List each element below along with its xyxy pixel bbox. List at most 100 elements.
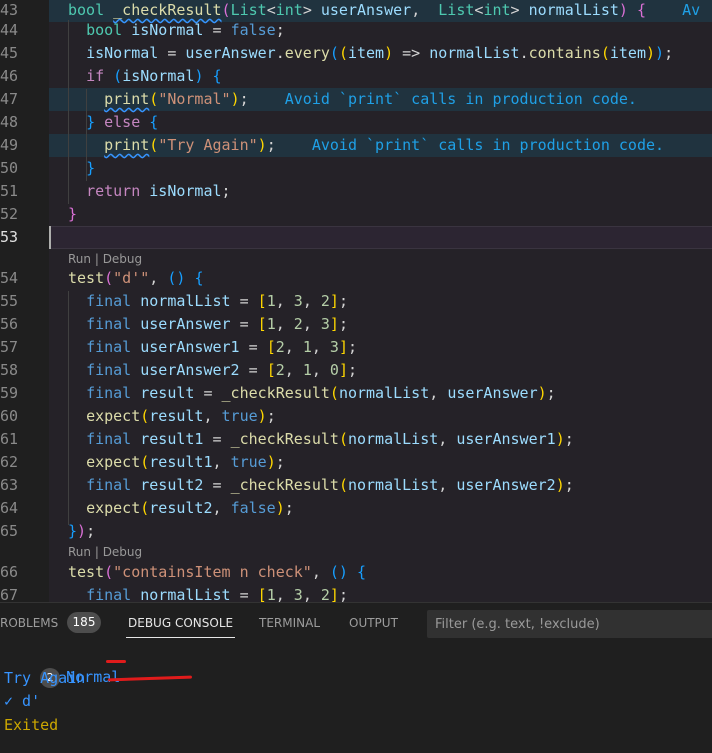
code-token: = bbox=[239, 338, 267, 356]
code-line[interactable]: 60 expect(result, true); bbox=[0, 405, 712, 428]
code-token: { bbox=[636, 1, 646, 19]
code-line[interactable]: 59 final result = _checkResult(normalLis… bbox=[0, 382, 712, 405]
code-token: , bbox=[284, 338, 303, 356]
code-token: () bbox=[329, 563, 348, 581]
code-token: ) bbox=[275, 499, 285, 517]
code-token: ) bbox=[266, 453, 276, 471]
code-line[interactable]: 55 final normalList = [1, 3, 2]; bbox=[0, 290, 712, 313]
code-line[interactable]: 47 print("Normal"); Avoid `print` calls … bbox=[0, 88, 712, 111]
tab-debug-console[interactable]: DEBUG CONSOLE bbox=[125, 616, 236, 638]
code-token: 2 bbox=[275, 338, 285, 356]
code-token: ; bbox=[338, 586, 348, 602]
code-token: return bbox=[86, 182, 141, 200]
code-line[interactable]: 49 print("Try Again"); Avoid `print` cal… bbox=[0, 134, 712, 157]
code-line[interactable]: 48 } else { bbox=[0, 111, 712, 134]
code-line[interactable]: 44 bool isNormal = false; bbox=[0, 19, 712, 42]
line-number: 48 bbox=[0, 113, 19, 131]
console-line-try-again: Try Again bbox=[4, 669, 86, 687]
code-token: final bbox=[86, 430, 132, 448]
red-annotation-underline bbox=[107, 675, 193, 682]
codelens-debug-link[interactable]: Debug bbox=[103, 545, 142, 559]
code-line[interactable]: 52} bbox=[0, 203, 712, 226]
code-token: userAnswer bbox=[185, 44, 276, 62]
code-token: , bbox=[284, 361, 303, 379]
code-token: 1 bbox=[266, 315, 276, 333]
tab-problems[interactable]: ROBLEMS bbox=[0, 616, 58, 630]
code-token: final bbox=[86, 476, 132, 494]
code-line[interactable]: 65}); bbox=[0, 520, 712, 543]
code-line[interactable]: 62 expect(result1, true); bbox=[0, 451, 712, 474]
line-number: 60 bbox=[0, 407, 19, 425]
code-line[interactable]: 50 } bbox=[0, 157, 712, 180]
code-token: List bbox=[438, 1, 475, 19]
code-line[interactable]: 61 final result1 = _checkResult(normalLi… bbox=[0, 428, 712, 451]
code-line[interactable]: 64 expect(result2, false); bbox=[0, 497, 712, 520]
code-token: , bbox=[275, 315, 294, 333]
red-annotation-mark bbox=[106, 660, 126, 663]
code-line[interactable]: 56 final userAnswer = [1, 2, 3]; bbox=[0, 313, 712, 336]
codelens-run-link[interactable]: Run bbox=[68, 252, 91, 266]
line-number: 45 bbox=[0, 44, 19, 62]
code-token: ; bbox=[266, 407, 276, 425]
code-token: ] bbox=[338, 361, 348, 379]
code-token: ; bbox=[239, 90, 249, 108]
code-token: , bbox=[438, 430, 457, 448]
code-token: bool bbox=[68, 1, 105, 19]
line-number: 67 bbox=[0, 586, 19, 602]
code-line[interactable]: 46 if (isNormal) { bbox=[0, 65, 712, 88]
code-line[interactable]: 66 test("containsItem n check", () { bbox=[0, 561, 712, 584]
code-token: ) bbox=[555, 430, 565, 448]
indent-guide bbox=[86, 89, 87, 181]
line-number: 66 bbox=[0, 563, 19, 581]
code-token: ; bbox=[284, 499, 294, 517]
tab-output[interactable]: OUTPUT bbox=[349, 616, 398, 630]
code-line[interactable]: 58 final userAnswer2 = [2, 1, 0]; bbox=[0, 359, 712, 382]
code-line[interactable]: 45 isNormal = userAnswer.every((item) =>… bbox=[0, 42, 712, 65]
code-token: bool bbox=[86, 21, 123, 39]
code-line[interactable]: 51 return isNormal; bbox=[0, 180, 712, 203]
code-token: , bbox=[302, 292, 321, 310]
codelens-separator: | bbox=[91, 545, 103, 559]
code-line[interactable]: 57 final userAnswer1 = [2, 1, 3]; bbox=[0, 336, 712, 359]
code-token: ( bbox=[113, 67, 123, 85]
code-editor[interactable]: 43 bool _checkResult(List<int> userAnswer… bbox=[0, 0, 712, 602]
line-number: 63 bbox=[0, 476, 19, 494]
code-token: 1 bbox=[266, 586, 276, 602]
codelens-debug-link[interactable]: Debug bbox=[103, 252, 142, 266]
code-token: , bbox=[275, 292, 294, 310]
code-token: else bbox=[104, 113, 141, 131]
code-line[interactable]: 53 bbox=[0, 226, 712, 249]
filter-input[interactable] bbox=[427, 610, 712, 638]
code-token: false bbox=[230, 499, 276, 517]
codelens-run-link[interactable]: Run bbox=[68, 545, 91, 559]
code-line[interactable]: 63 final result2 = _checkResult(normalLi… bbox=[0, 474, 712, 497]
code-line[interactable]: 54 test("d'", () { bbox=[0, 267, 712, 290]
code-token: _checkResult bbox=[230, 430, 339, 448]
code-token: ) bbox=[555, 476, 565, 494]
code-token: ; bbox=[338, 292, 348, 310]
code-token: expect bbox=[86, 407, 141, 425]
code-token: ] bbox=[338, 338, 348, 356]
code-token: , bbox=[311, 361, 330, 379]
code-token: userAnswer1 bbox=[456, 430, 556, 448]
tab-terminal[interactable]: TERMINAL bbox=[259, 616, 320, 630]
code-token: () bbox=[167, 269, 186, 287]
lint-hint: Avoid `print` calls in production code. bbox=[275, 136, 665, 154]
code-token: 3 bbox=[320, 315, 330, 333]
code-line[interactable]: 67 final normalList = [1, 3, 2]; bbox=[0, 584, 712, 602]
code-token: , bbox=[212, 453, 231, 471]
code-token: normalList bbox=[347, 476, 439, 494]
code-token: final bbox=[86, 338, 132, 356]
lint-hint: Avoid `print` calls in production code. bbox=[248, 90, 637, 108]
code-token: isNormal bbox=[131, 21, 204, 39]
